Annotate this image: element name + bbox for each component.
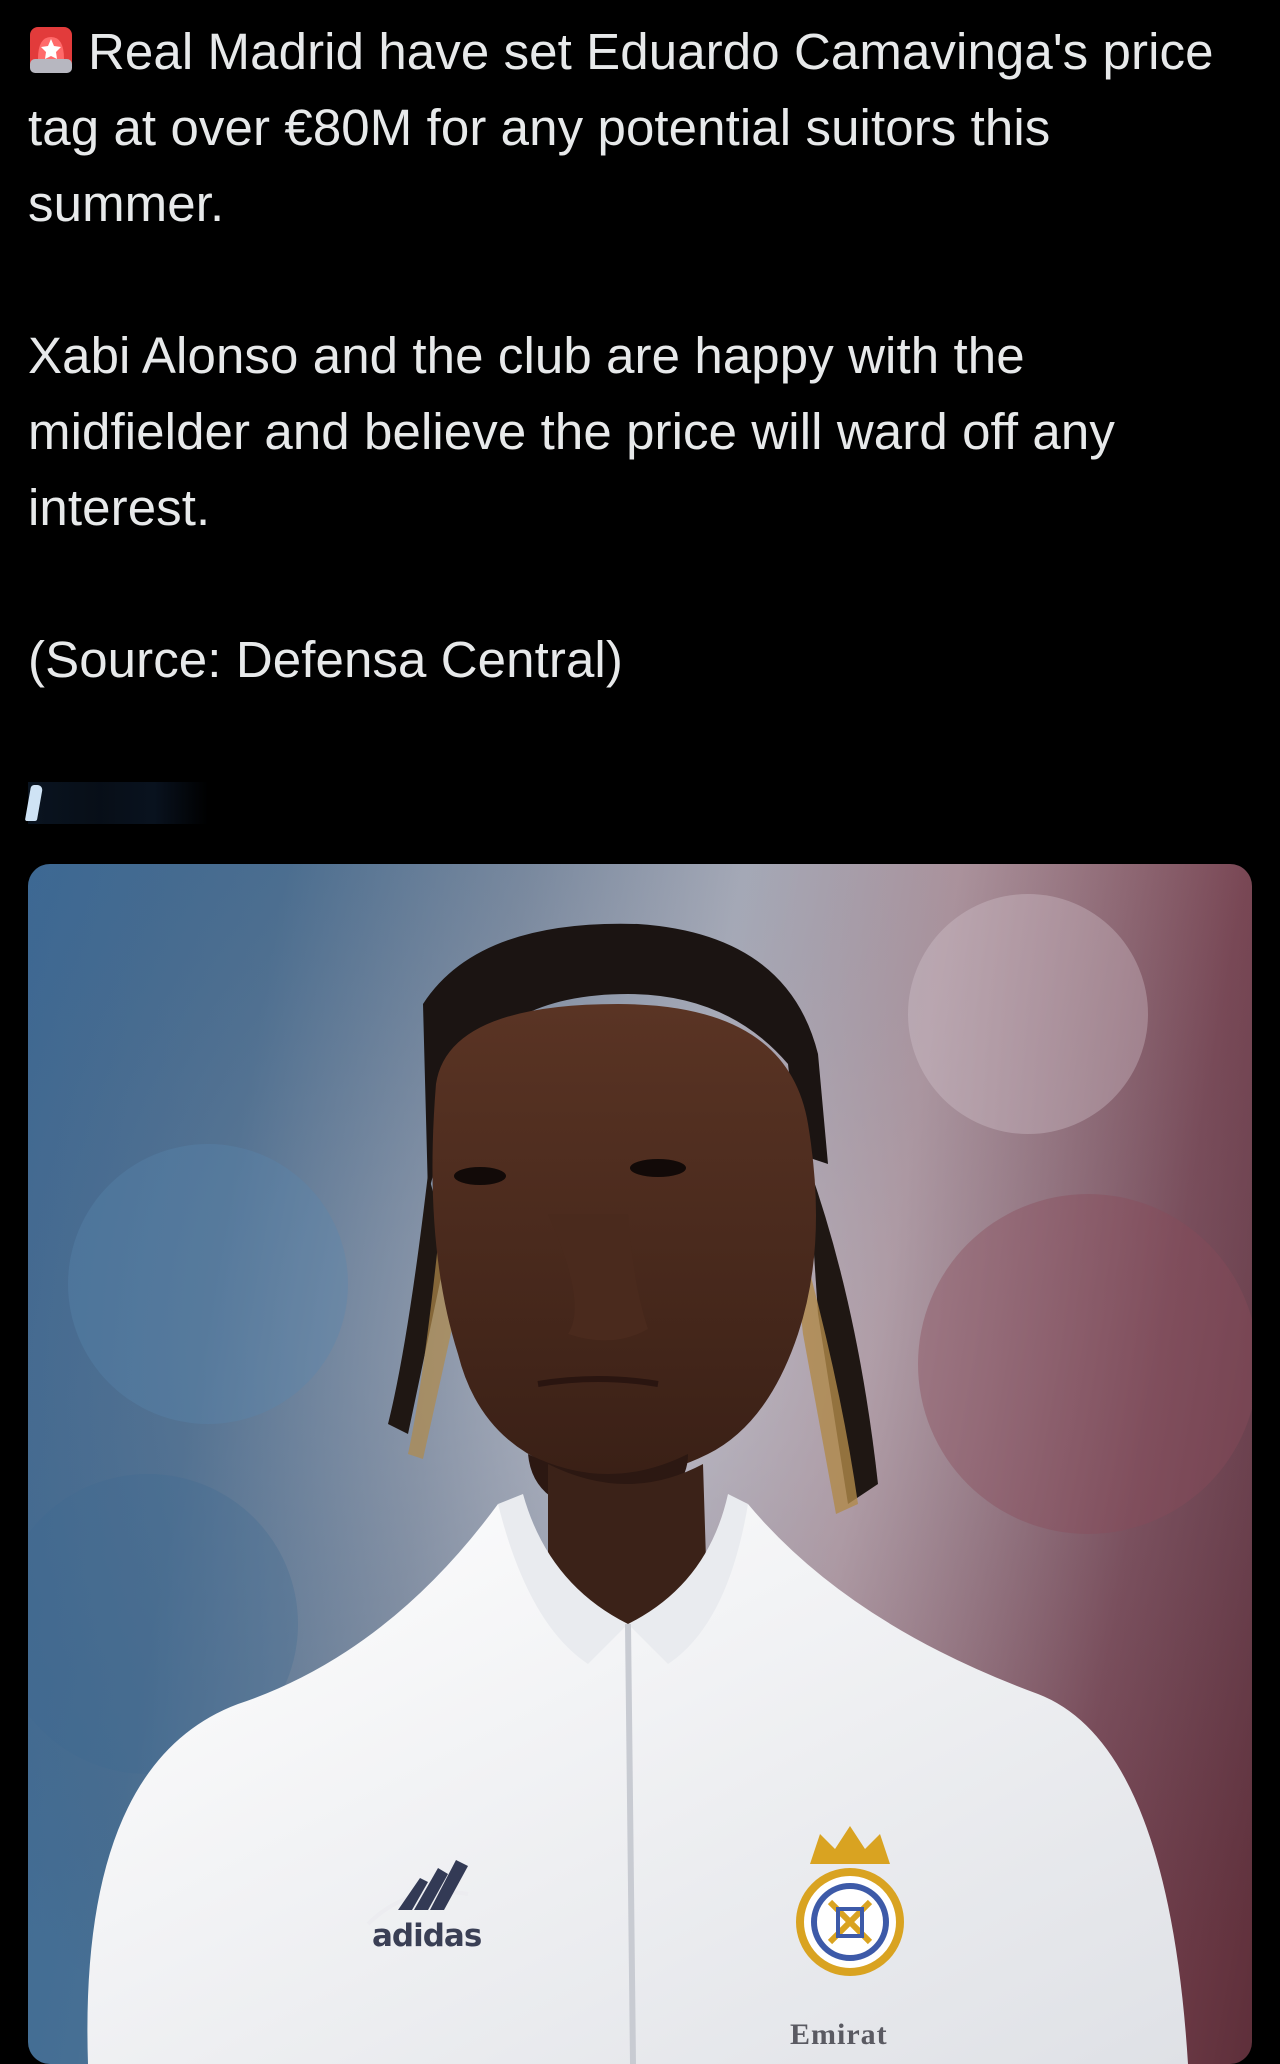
tweet-paragraph-1: Real Madrid have set Eduardo Camavinga's… [28,14,1258,242]
tweet: Real Madrid have set Eduardo Camavinga's… [0,0,1280,2064]
tweet-media-image[interactable] [28,864,1252,2064]
tweet-text: Real Madrid have set Eduardo Camavinga's… [28,14,1258,698]
adidas-logo: adidas [372,1918,482,1954]
police-car-light-icon [28,20,74,73]
tweet-paragraph-3: (Source: Defensa Central) [28,631,623,688]
redacted-link[interactable] [28,782,208,824]
player-photo [28,864,1252,2064]
tweet-paragraph-2: Xabi Alonso and the club are happy with … [28,327,1115,536]
tweet-paragraph-1-text: Real Madrid have set Eduardo Camavinga's… [28,23,1214,232]
sponsor-text: Emirat [790,2018,888,2051]
